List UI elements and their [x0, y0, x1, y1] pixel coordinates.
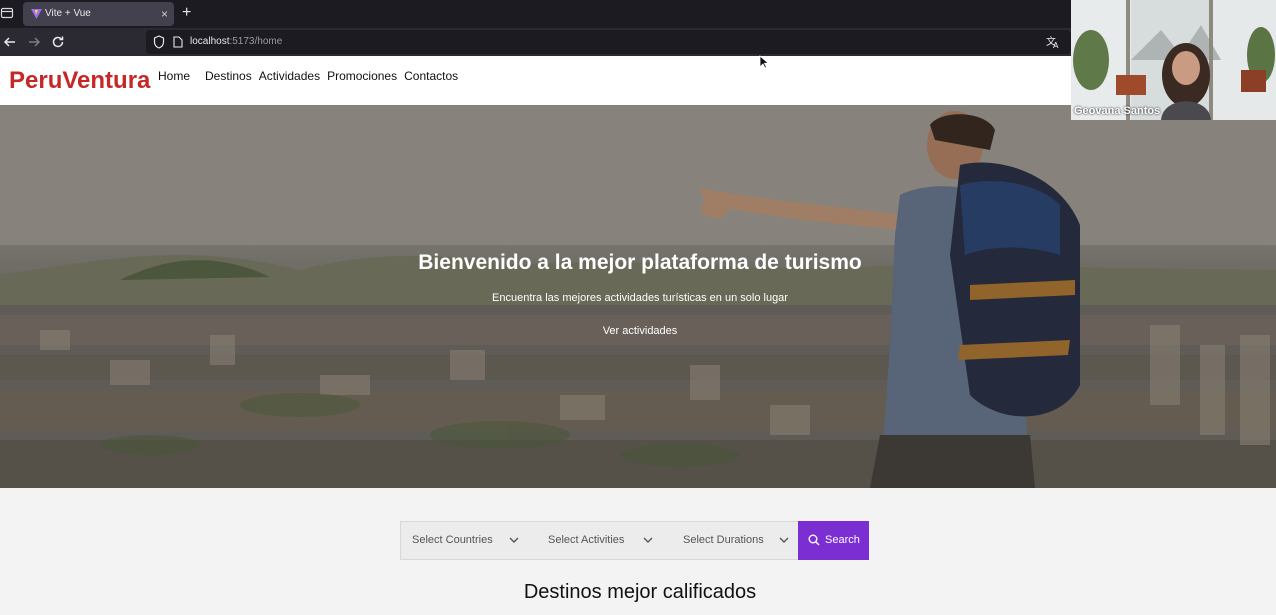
- menu-item-promociones[interactable]: Promociones: [327, 69, 397, 83]
- video-participant-tile: Geovana Santos: [1071, 0, 1276, 120]
- menu-item-destinos[interactable]: Destinos: [205, 69, 252, 83]
- forward-arrow-icon[interactable]: [26, 34, 42, 50]
- svg-text:A: A: [1053, 41, 1059, 49]
- countries-select[interactable]: Select Countries: [401, 522, 537, 559]
- web-page: PeruVentura Home Destinos Actividades Pr…: [0, 56, 1276, 615]
- vite-favicon-icon: [31, 9, 42, 19]
- hero-banner: Bienvenido a la mejor plataforma de turi…: [0, 105, 1276, 488]
- durations-select-label: Select Durations: [683, 534, 764, 546]
- search-button-label: Search: [825, 534, 860, 546]
- new-tab-button[interactable]: +: [182, 3, 191, 23]
- hero-title: Bienvenido a la mejor plataforma de turi…: [418, 251, 862, 274]
- participant-video-feed: [1071, 0, 1276, 120]
- menu-item-home[interactable]: Home: [158, 69, 190, 83]
- tab-title: Vite + Vue: [45, 8, 91, 19]
- chevron-down-icon: [643, 537, 653, 543]
- menu-item-contactos[interactable]: Contactos: [404, 69, 458, 83]
- close-tab-icon[interactable]: ×: [161, 2, 168, 26]
- chevron-down-icon: [779, 537, 789, 543]
- reload-icon[interactable]: [50, 34, 66, 50]
- activities-select-label: Select Activities: [548, 534, 625, 546]
- see-activities-link[interactable]: Ver actividades: [0, 325, 1276, 337]
- durations-select[interactable]: Select Durations: [672, 522, 798, 559]
- url-host: localhost: [190, 36, 230, 47]
- mouse-cursor-icon: [759, 55, 769, 69]
- site-logo[interactable]: PeruVentura: [9, 67, 150, 95]
- url-bar[interactable]: localhost:5173/home: [146, 30, 1071, 54]
- chevron-down-icon: [509, 537, 519, 543]
- back-arrow-icon[interactable]: [2, 34, 18, 50]
- url-text[interactable]: localhost:5173/home: [190, 30, 282, 54]
- tab-list-icon[interactable]: [0, 6, 14, 20]
- page-icon: [173, 36, 183, 48]
- search-button[interactable]: Search: [798, 521, 869, 560]
- participant-name: Geovana Santos: [1074, 105, 1161, 117]
- translate-icon[interactable]: 文 A: [1046, 35, 1060, 49]
- hero-subtitle: Encuentra las mejores actividades turíst…: [492, 292, 788, 304]
- url-path: :5173/home: [229, 36, 283, 47]
- activities-select[interactable]: Select Activities: [537, 522, 672, 559]
- countries-select-label: Select Countries: [412, 534, 493, 546]
- main-menu: Home Destinos Actividades Promociones Co…: [158, 69, 465, 83]
- menu-item-actividades[interactable]: Actividades: [259, 69, 320, 83]
- search-filter-bar: Select Countries Select Activities Selec…: [400, 521, 869, 560]
- search-icon: [808, 534, 820, 546]
- shield-icon[interactable]: [153, 35, 165, 49]
- browser-tab-active[interactable]: Vite + Vue ×: [23, 2, 174, 26]
- section-title: Destinos mejor calificados: [523, 581, 757, 603]
